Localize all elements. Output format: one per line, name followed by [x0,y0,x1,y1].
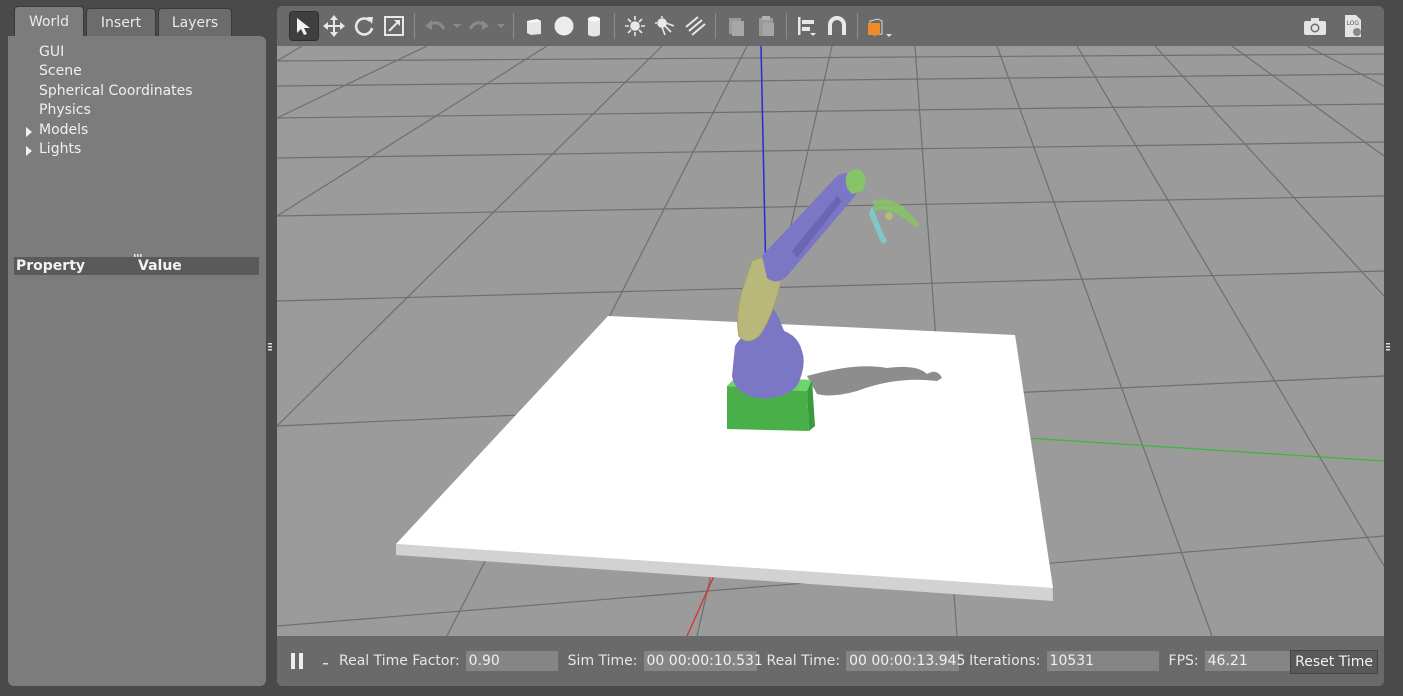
iterations-label: Iterations: [969,653,1041,669]
svg-text:LOG: LOG [1347,20,1360,27]
redo-button[interactable] [464,11,494,41]
paste-icon [759,16,774,36]
insert-box-button[interactable] [519,11,549,41]
undo-icon [425,20,446,30]
point-light-icon [625,16,645,36]
camera-icon [1304,18,1326,35]
expand-arrow-icon[interactable] [25,144,33,157]
chevron-down-icon [497,24,505,28]
translate-icon [323,15,345,37]
select-mode-button[interactable] [289,11,319,41]
copy-button[interactable] [721,11,751,41]
world-tree-panel: GUI Scene Spherical Coordinates Physics … [8,36,266,686]
render-viewport: LOG Real Time Factor: 0.90 Sim Time: 00 … [277,6,1384,686]
select-arrow-icon [297,18,310,35]
undo-button[interactable] [420,11,450,41]
tab-insert[interactable]: Insert [86,8,156,36]
column-header-property: Property [16,258,86,274]
cylinder-icon [588,16,600,37]
tree-item-label: Spherical Coordinates [39,82,193,99]
tab-world[interactable]: World [14,6,84,36]
reset-time-button[interactable]: Reset Time [1290,650,1378,674]
expand-arrow-icon[interactable] [25,125,33,137]
fps-label: FPS: [1168,653,1199,669]
align-icon [798,17,816,36]
insert-point-light-button[interactable] [620,11,650,41]
align-button[interactable] [792,11,822,41]
scale-icon [384,16,404,36]
step-button[interactable] [323,654,329,668]
sim-time-label: Sim Time: [567,653,638,669]
tree-item-scene[interactable]: Scene [8,62,266,82]
toolbar: LOG [277,6,1384,46]
toolbar-right-group: LOG [1300,11,1368,41]
chevron-down-icon [453,24,461,28]
toolbar-separator [715,13,716,39]
tab-layers[interactable]: Layers [158,8,232,36]
toolbar-separator [513,13,514,39]
tree-item-label: GUI [39,43,65,60]
toolbar-separator [414,13,415,39]
log-button[interactable]: LOG [1338,11,1368,41]
real-time-factor-label: Real Time Factor: [339,653,460,669]
magnet-icon [828,16,846,35]
tree-item-label: Physics [39,102,91,119]
iterations-value: 10531 [1046,651,1159,671]
tree-item-lights[interactable]: Lights [8,140,266,160]
pause-icon [291,653,303,669]
spot-light-icon [655,16,675,36]
rotate-icon [354,17,374,36]
tree-item-spherical-coordinates[interactable]: Spherical Coordinates [8,81,266,101]
pause-button[interactable] [287,651,307,671]
real-time-value: 00 00:00:13.945 [846,651,965,671]
insert-directional-light-button[interactable] [680,11,710,41]
screenshot-button[interactable] [1300,11,1330,41]
scale-mode-button[interactable] [379,11,409,41]
tree-item-label: Scene [39,63,82,80]
simulation-status-bar: Real Time Factor: 0.90 Sim Time: 00 00:0… [277,636,1384,686]
toolbar-separator [857,13,858,39]
tree-item-gui[interactable]: GUI [8,42,266,62]
tree-item-physics[interactable]: Physics [8,101,266,121]
paste-button[interactable] [751,11,781,41]
copy-icon [729,18,744,36]
left-splitter-handle[interactable] [268,340,272,354]
panel-tabs: World Insert Layers [14,6,232,38]
left-panel: World Insert Layers GUI Scene Spherical … [8,6,266,686]
fps-value: 46.21 [1204,651,1297,671]
translate-mode-button[interactable] [319,11,349,41]
insert-spot-light-button[interactable] [650,11,680,41]
scene-3d-view[interactable] [277,46,1384,636]
insert-cylinder-button[interactable] [579,11,609,41]
box-icon [527,19,541,35]
toolbar-separator [786,13,787,39]
rotate-mode-button[interactable] [349,11,379,41]
tree-item-label: Models [39,121,89,138]
view-angle-cube-icon [868,18,892,37]
real-time-label: Real Time: [766,653,841,669]
tree-item-label: Lights [39,141,82,158]
real-time-factor-value: 0.90 [465,651,558,671]
undo-history-dropdown[interactable] [450,11,464,41]
redo-history-dropdown[interactable] [494,11,508,41]
world-tree: GUI Scene Spherical Coordinates Physics … [8,42,266,159]
insert-sphere-button[interactable] [549,11,579,41]
log-file-icon: LOG [1345,15,1361,37]
directional-light-icon [685,16,706,36]
column-header-value: Value [138,258,182,274]
step-icon [323,663,328,665]
sim-time-value: 00 00:00:10.531 [643,651,763,671]
property-table-header: Property Value [14,257,259,275]
toolbar-separator [614,13,615,39]
tree-item-models[interactable]: Models [8,120,266,140]
redo-icon [468,20,489,30]
right-splitter-handle[interactable] [1386,340,1390,354]
sphere-icon [554,16,574,36]
snap-button[interactable] [822,11,852,41]
view-angle-button[interactable] [863,11,893,41]
